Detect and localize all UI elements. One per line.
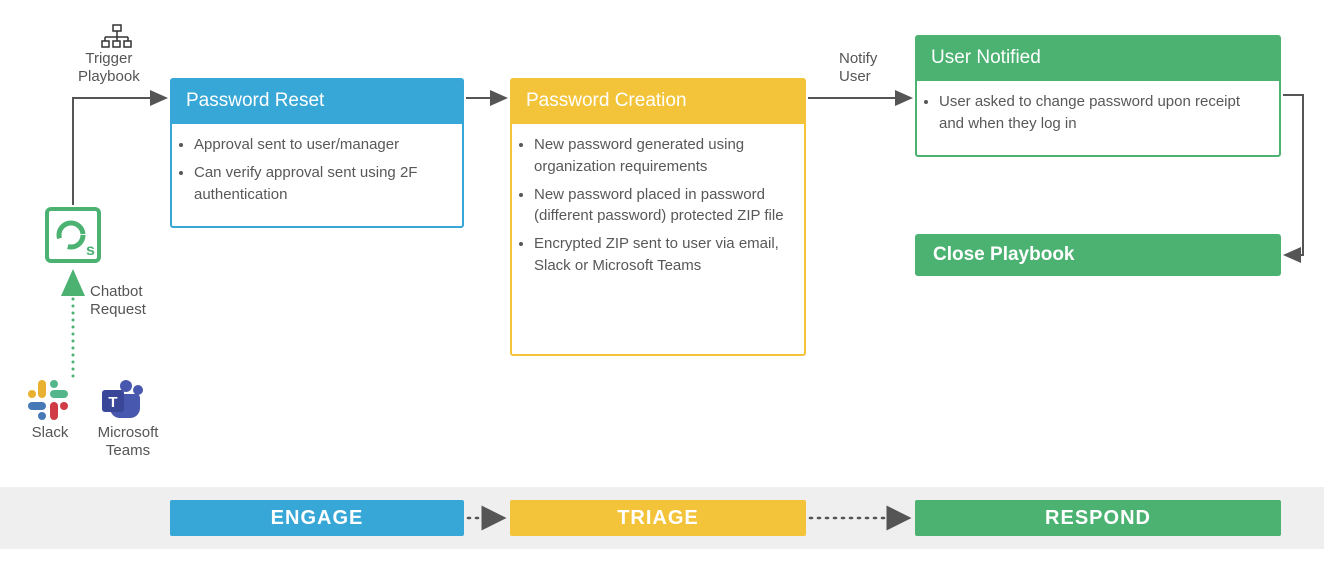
slack-icon [28, 380, 68, 420]
card-password-creation: Password Creation New password generated… [510, 78, 806, 356]
list-item: Can verify approval sent using 2F authen… [194, 162, 444, 206]
card-list: New password generated using organizatio… [534, 134, 786, 277]
arrow-notified-to-close [1283, 95, 1303, 255]
close-playbook-bar: Close Playbook [915, 234, 1281, 276]
list-item: Encrypted ZIP sent to user via email, Sl… [534, 233, 786, 277]
card-user-notified: User Notified User asked to change passw… [915, 35, 1281, 157]
label-trigger-playbook: Trigger Playbook [78, 50, 140, 86]
phase-bar: ENGAGE TRIAGE RESPOND [0, 487, 1324, 549]
svg-text:T: T [108, 394, 117, 411]
label-chatbot-request: Chatbot Request [90, 283, 146, 319]
list-item: New password generated using organizatio… [534, 134, 786, 178]
card-password-reset: Password Reset Approval sent to user/man… [170, 78, 464, 228]
teams-icon: T [102, 380, 143, 418]
phase-engage: ENGAGE [170, 500, 464, 536]
svg-text:s: s [86, 242, 95, 257]
label-slack: Slack [28, 424, 72, 442]
arrow-trigger-playbook [73, 98, 166, 205]
card-list: User asked to change password upon recei… [939, 91, 1261, 135]
card-title: Password Reset [172, 80, 462, 124]
label-teams: Microsoft Teams [88, 424, 168, 460]
phase-respond: RESPOND [915, 500, 1281, 536]
label-notify-user: Notify User [839, 50, 877, 86]
phase-triage: TRIAGE [510, 500, 806, 536]
card-title: User Notified [917, 37, 1279, 81]
list-item: User asked to change password upon recei… [939, 91, 1261, 135]
hierarchy-icon [102, 25, 131, 47]
list-item: New password placed in password (differe… [534, 184, 786, 228]
card-title: Password Creation [512, 80, 804, 124]
card-list: Approval sent to user/manager Can verify… [194, 134, 444, 205]
securonix-icon: s [45, 207, 101, 263]
list-item: Approval sent to user/manager [194, 134, 444, 156]
